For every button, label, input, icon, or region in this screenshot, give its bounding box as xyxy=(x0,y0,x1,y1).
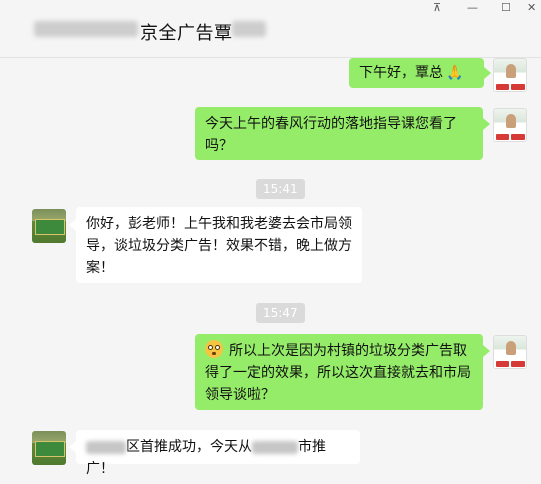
redacted-text xyxy=(252,440,298,454)
message-text: 你好，彭老师！上午我和我老婆去会市局领导，谈垃圾分类广告！效果不错，晚上做方案！ xyxy=(86,216,352,276)
time-badge: 15:47 xyxy=(256,303,305,323)
minimize-button[interactable]: — xyxy=(467,1,478,15)
title-redacted-suffix xyxy=(232,21,266,37)
chat-title: 京全广告覃 xyxy=(140,23,233,44)
avatar[interactable] xyxy=(493,108,527,142)
praying-hands-icon: 🙏 xyxy=(446,65,464,81)
message-text: 下午好，覃总 xyxy=(359,65,443,81)
message-text-part: 区首推成功，今天从 xyxy=(126,439,252,455)
redacted-text xyxy=(86,440,126,454)
title-redacted-prefix xyxy=(34,21,138,37)
message-text: 所以上次是因为村镇的垃圾分类广告取得了一定的效果，所以这次直接就去和市局领导谈啦… xyxy=(205,343,471,403)
message-bubble[interactable]: 所以上次是因为村镇的垃圾分类广告取得了一定的效果，所以这次直接就去和市局领导谈啦… xyxy=(195,334,483,410)
message-bubble[interactable]: 你好，彭老师！上午我和我老婆去会市局领导，谈垃圾分类广告！效果不错，晚上做方案！ xyxy=(76,207,362,283)
message-bubble[interactable]: 下午好，覃总 🙏 xyxy=(349,58,484,88)
avatar[interactable] xyxy=(493,335,527,369)
close-button[interactable]: ✕ xyxy=(527,1,536,15)
message-bubble[interactable]: 区首推成功，今天从 市推广！ xyxy=(76,430,360,477)
title-bar: 京全广告覃 ⊼ — ☐ ✕ xyxy=(0,0,541,58)
avatar[interactable] xyxy=(493,58,527,92)
message-text: 今天上午的春风行动的落地指导课您看了吗？ xyxy=(205,116,457,154)
chat-area[interactable]: 下午好，覃总 🙏 今天上午的春风行动的落地指导课您看了吗？ 15:41 你好，彭老… xyxy=(0,58,541,484)
pin-icon[interactable]: ⊼ xyxy=(433,1,441,15)
time-badge: 15:41 xyxy=(256,179,305,199)
avatar[interactable] xyxy=(32,431,66,465)
message-bubble[interactable]: 今天上午的春风行动的落地指导课您看了吗？ xyxy=(195,107,483,160)
avatar[interactable] xyxy=(32,209,66,243)
flushed-face-icon xyxy=(205,340,223,358)
maximize-button[interactable]: ☐ xyxy=(501,1,511,15)
